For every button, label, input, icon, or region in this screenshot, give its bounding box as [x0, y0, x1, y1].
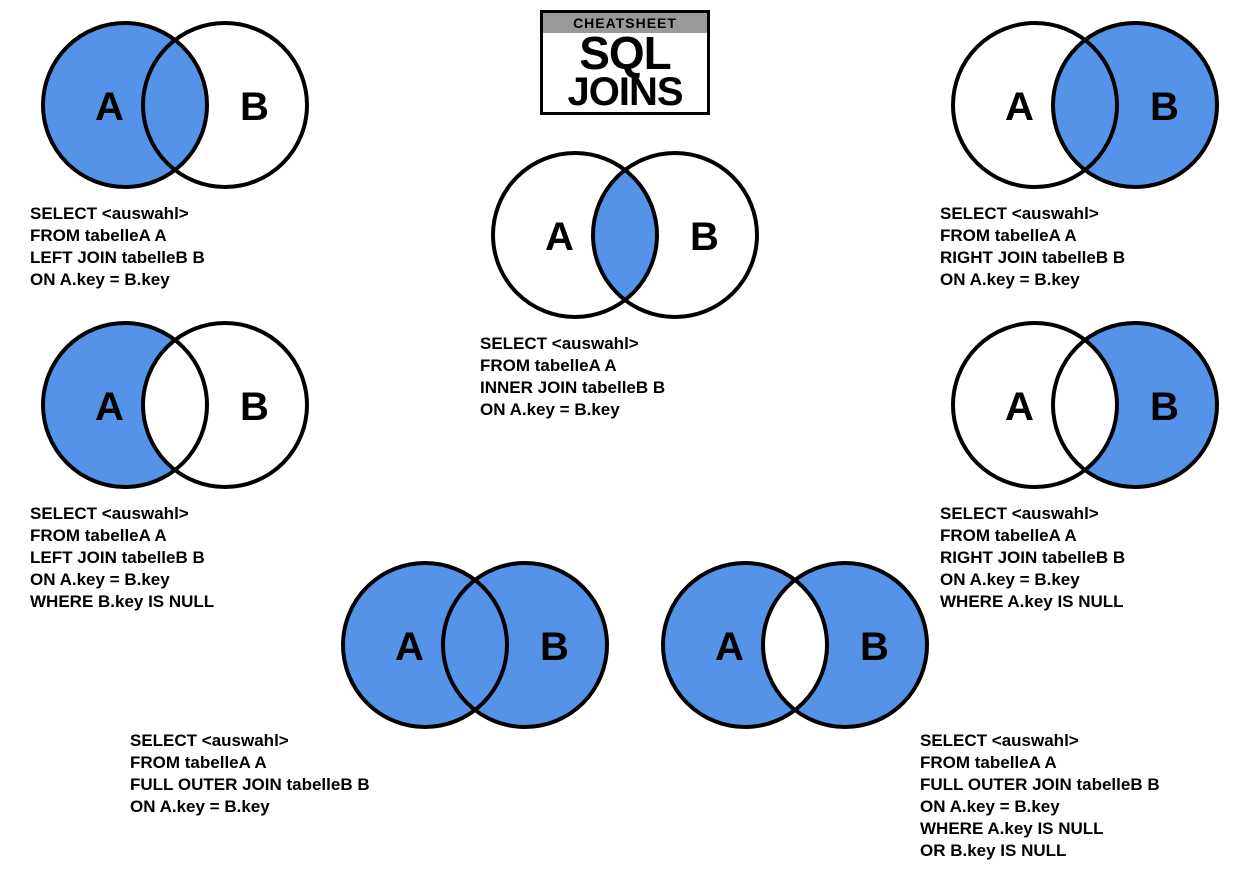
venn-left-join-exclude: A B: [30, 320, 320, 490]
cell-right-join-exclude: A B SELECT <auswahl> FROM tabelleA A RIG…: [940, 320, 1230, 613]
label-b: B: [1150, 85, 1179, 129]
label-a: A: [95, 85, 124, 129]
label-a: A: [1005, 385, 1034, 429]
cell-right-join: A B SELECT <auswahl> FROM tabelleA A RIG…: [940, 20, 1230, 291]
venn-left-join: A B: [30, 20, 320, 190]
header-line1: SQL: [543, 33, 707, 74]
venn-inner-join: A B: [480, 150, 770, 320]
label-b: B: [860, 625, 889, 669]
code-block-full-outer-exclude: SELECT <auswahl> FROM tabelleA A FULL OU…: [920, 730, 1160, 863]
venn-right-join: A B: [940, 20, 1230, 190]
code-left-join: SELECT <auswahl> FROM tabelleA A LEFT JO…: [30, 203, 320, 291]
code-block-full-outer: SELECT <auswahl> FROM tabelleA A FULL OU…: [130, 730, 370, 818]
venn-full-outer-exclude: A B: [650, 560, 940, 730]
label-b: B: [1150, 385, 1179, 429]
code-full-outer-exclude: SELECT <auswahl> FROM tabelleA A FULL OU…: [920, 730, 1160, 863]
label-b: B: [540, 625, 569, 669]
code-right-join-exclude: SELECT <auswahl> FROM tabelleA A RIGHT J…: [940, 503, 1230, 613]
label-b: B: [240, 85, 269, 129]
venn-right-join-exclude: A B: [940, 320, 1230, 490]
cell-left-join-exclude: A B SELECT <auswahl> FROM tabelleA A LEF…: [30, 320, 320, 613]
label-b: B: [690, 215, 719, 259]
cell-full-outer-exclude: A B: [650, 560, 940, 743]
cell-inner-join: A B SELECT <auswahl> FROM tabelleA A INN…: [480, 150, 770, 421]
header-line2: JOINS: [543, 74, 707, 110]
header-box: CHEATSHEET SQL JOINS: [540, 10, 710, 115]
code-full-outer: SELECT <auswahl> FROM tabelleA A FULL OU…: [130, 730, 370, 818]
label-a: A: [545, 215, 574, 259]
label-a: A: [95, 385, 124, 429]
cell-left-join: A B SELECT <auswahl> FROM tabelleA A LEF…: [30, 20, 320, 291]
code-left-join-exclude: SELECT <auswahl> FROM tabelleA A LEFT JO…: [30, 503, 320, 613]
venn-full-outer: A B: [330, 560, 620, 730]
label-a: A: [715, 625, 744, 669]
code-inner-join: SELECT <auswahl> FROM tabelleA A INNER J…: [480, 333, 770, 421]
label-a: A: [395, 625, 424, 669]
label-a: A: [1005, 85, 1034, 129]
code-right-join: SELECT <auswahl> FROM tabelleA A RIGHT J…: [940, 203, 1230, 291]
label-b: B: [240, 385, 269, 429]
cell-full-outer: A B: [330, 560, 620, 743]
